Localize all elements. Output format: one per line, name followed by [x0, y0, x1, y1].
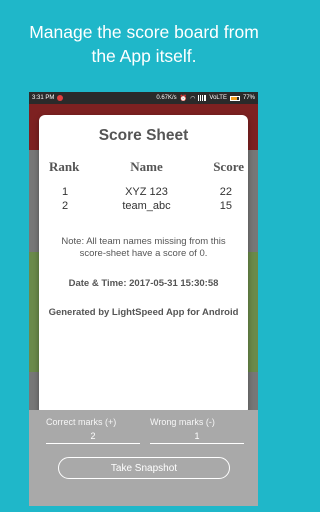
carrier-label: VoLTE — [209, 95, 227, 101]
missing-teams-note: Note: All team names missing from this s… — [61, 236, 226, 259]
row-rank: 1 — [62, 186, 69, 198]
wrong-marks-field[interactable]: Wrong marks (-) 1 — [150, 417, 244, 444]
phone-screen: 3:31 PM 0.67K/s ⏰ ◠ VoLTE 77% Score Shee… — [29, 92, 258, 506]
battery-icon — [229, 95, 240, 101]
generated-by: Generated by LightSpeed App for Android — [48, 307, 239, 318]
promo-line-2: the App itself. — [91, 46, 197, 66]
score-table: Rank Name Score 1 XYZ 123 22 2 team_abc … — [49, 159, 244, 213]
date-time: Date & Time: 2017-05-31 15:30:58 — [68, 278, 219, 289]
status-bar: 3:31 PM 0.67K/s ⏰ ◠ VoLTE 77% — [29, 92, 258, 104]
battery-percent: 77% — [242, 95, 255, 101]
correct-marks-input[interactable]: 2 — [46, 431, 140, 444]
header-rank: Rank — [49, 159, 80, 174]
correct-marks-label: Correct marks (+) — [46, 417, 117, 427]
header-score: Score — [213, 159, 244, 174]
header-name: Name — [130, 159, 163, 174]
row-name: XYZ 123 — [125, 186, 168, 198]
promo-line-1: Manage the score board from — [29, 22, 259, 42]
wrong-marks-input[interactable]: 1 — [150, 431, 244, 444]
alarm-icon: ⏰ — [179, 95, 188, 102]
promo-headline: Manage the score board from the App itse… — [0, 20, 288, 68]
row-score: 15 — [219, 200, 232, 212]
score-sheet-dialog: Score Sheet Rank Name Score 1 XYZ 123 22… — [39, 115, 248, 415]
network-speed: 0.67K/s — [156, 95, 177, 101]
record-icon — [57, 95, 64, 101]
dialog-title: Score Sheet — [98, 127, 189, 144]
status-time: 3:31 PM — [32, 95, 55, 101]
row-rank: 2 — [62, 200, 69, 212]
wifi-icon: ◠ — [190, 95, 196, 102]
bottom-panel: Correct marks (+) 2 Wrong marks (-) 1 Ta… — [29, 410, 258, 506]
take-snapshot-button[interactable]: Take Snapshot — [58, 457, 230, 479]
row-score: 22 — [219, 186, 232, 198]
row-name: team_abc — [122, 200, 171, 212]
table-header-row: Rank Name Score — [49, 159, 244, 185]
wrong-marks-label: Wrong marks (-) — [150, 417, 215, 427]
signal-icon — [198, 95, 207, 101]
correct-marks-field[interactable]: Correct marks (+) 2 — [46, 417, 140, 444]
table-row: 1 XYZ 123 22 — [49, 185, 244, 199]
table-row: 2 team_abc 15 — [49, 199, 244, 213]
